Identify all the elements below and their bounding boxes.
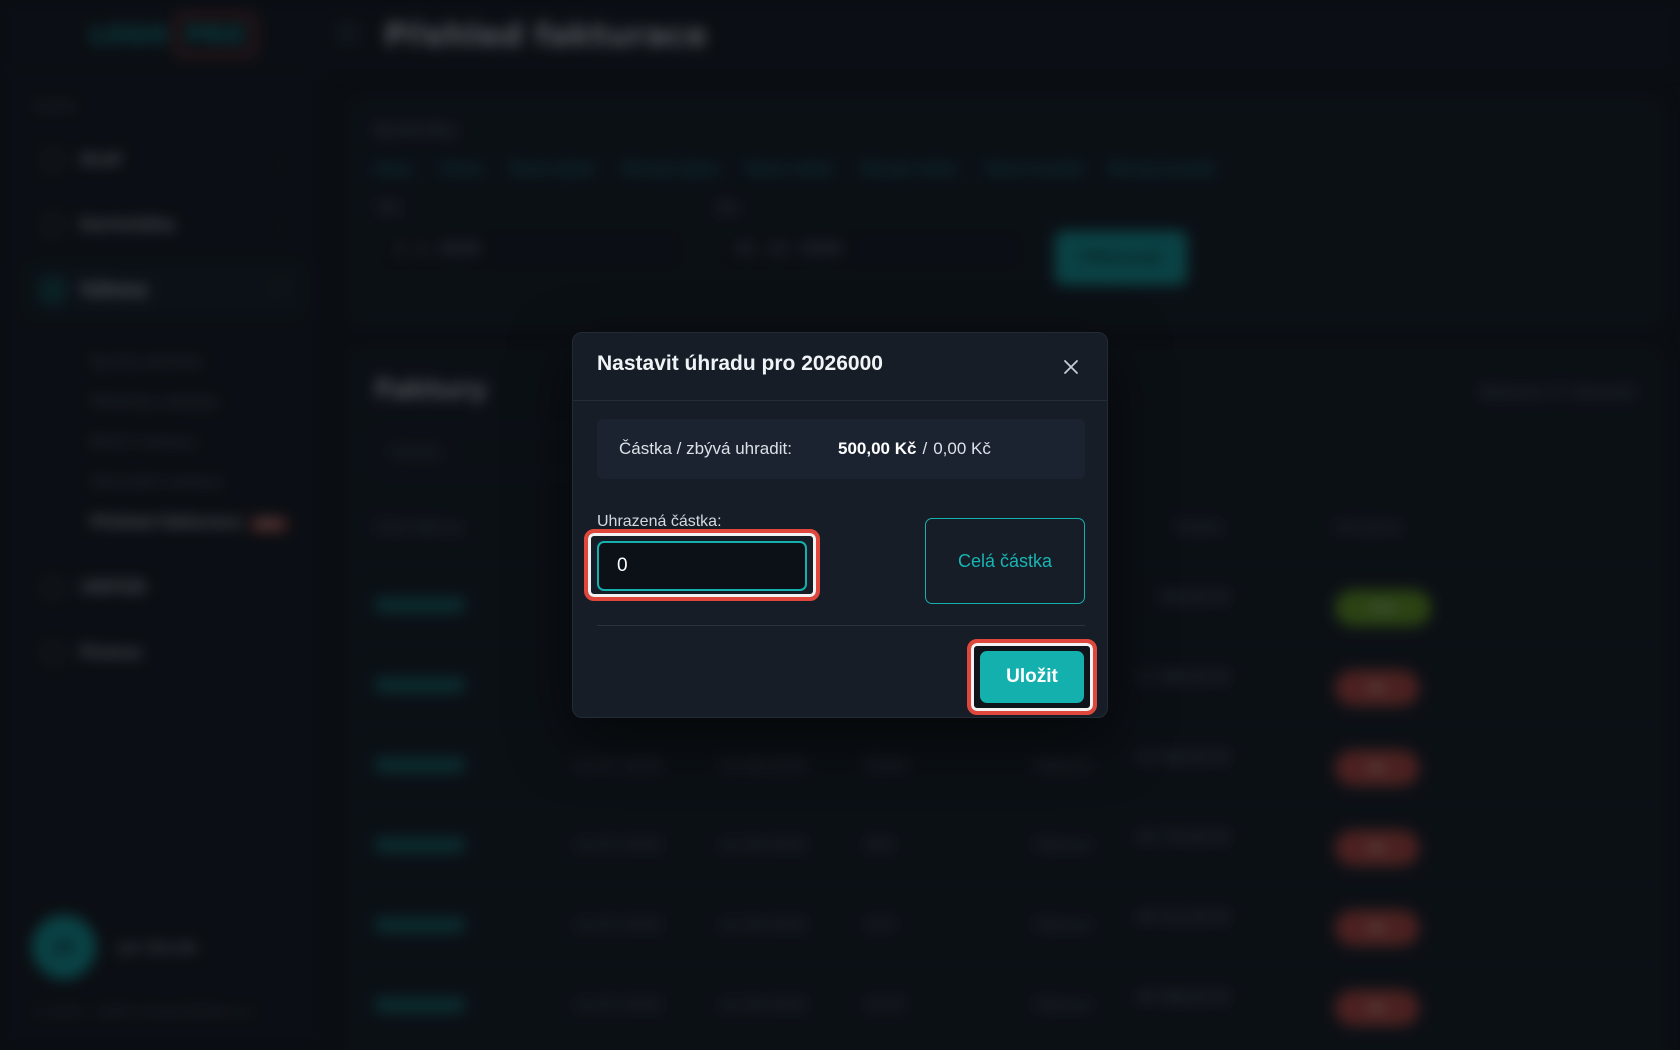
modal-divider xyxy=(597,625,1085,626)
full-amount-button[interactable]: Celá částka xyxy=(925,518,1085,604)
summary-separator: / xyxy=(922,439,928,458)
amount-summary: Částka / zbývá uhradit: 500,00 Kč / 0,00… xyxy=(597,419,1085,479)
modal-title: Nastavit úhradu pro 2026000 xyxy=(597,352,883,375)
modal-header: Nastavit úhradu pro 2026000 xyxy=(573,333,1107,401)
close-icon-glyph xyxy=(1064,360,1078,374)
summary-remaining: 0,00 Kč xyxy=(933,439,991,458)
close-icon[interactable] xyxy=(1057,353,1085,381)
summary-label: Částka / zbývá uhradit: xyxy=(619,439,792,458)
payment-modal: Nastavit úhradu pro 2026000 Částka / zbý… xyxy=(572,332,1108,718)
summary-total: 500,00 Kč xyxy=(838,439,917,458)
paid-amount-input[interactable] xyxy=(597,541,807,591)
save-button[interactable]: Uložit xyxy=(980,651,1084,703)
